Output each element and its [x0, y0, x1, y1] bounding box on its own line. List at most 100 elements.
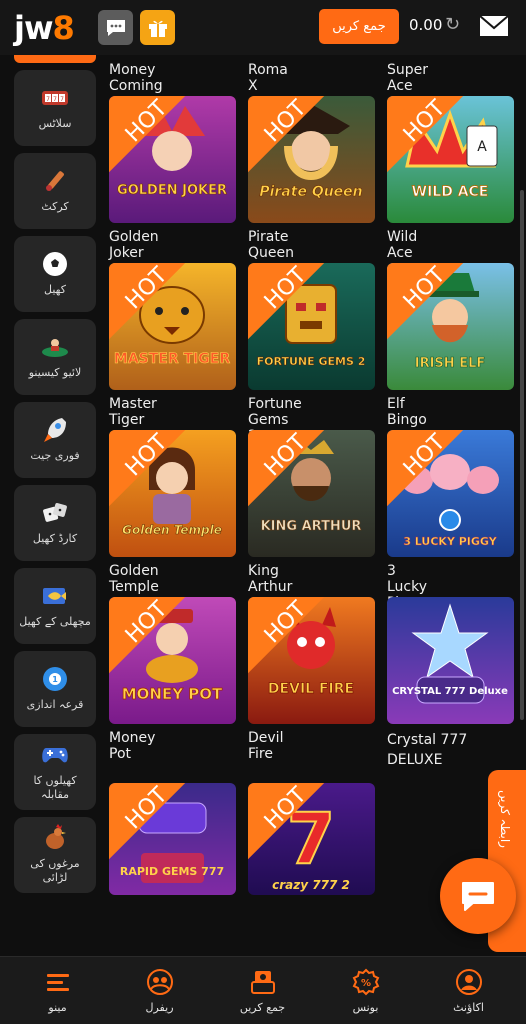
- fishing-icon: [40, 583, 70, 609]
- sidebar-item-label: سلاٹس: [38, 116, 72, 130]
- sidebar-item-cockfight[interactable]: مرغوں کی لڑائی: [14, 817, 96, 893]
- nav-label: بونس: [352, 1001, 379, 1014]
- football-icon: [40, 251, 70, 277]
- nav-bonus[interactable]: % بونس: [313, 957, 418, 1024]
- nav-account[interactable]: اکاؤنٹ: [416, 957, 521, 1024]
- game-tile-crystal-777[interactable]: CRYSTAL 777 Deluxe: [387, 597, 514, 724]
- slots-icon: 777: [40, 85, 70, 111]
- top-header: jw8 جمع کریں 0.00 ↻: [0, 0, 526, 55]
- game-tile-fortune-gems-2[interactable]: FORTUNE GEMS 2 HOT: [248, 263, 375, 390]
- account-icon: [455, 968, 483, 996]
- sidebar-item-esports[interactable]: کھیلوں کا مقابلہ: [14, 734, 96, 810]
- gift-icon[interactable]: [140, 10, 175, 45]
- refresh-icon[interactable]: ↻: [445, 14, 460, 35]
- game-tile-crazy-777-2[interactable]: 7 crazy 777 2 HOT: [248, 783, 375, 895]
- logo-accent: 8: [52, 9, 75, 47]
- sidebar-item-label: کرکٹ: [41, 199, 69, 213]
- sidebar-item-slots[interactable]: 777 سلاٹس: [14, 70, 96, 146]
- nav-referral[interactable]: ریفرل: [107, 957, 212, 1024]
- sidebar-item-label: فوری جیت: [30, 448, 80, 462]
- bonus-icon: %: [352, 968, 380, 996]
- sidebar-item-label: کارڈ کھیل: [32, 531, 78, 545]
- logo-text: jw: [14, 9, 54, 47]
- balance-amount: 0.00: [409, 16, 443, 34]
- game-name[interactable]: King Arthur: [248, 563, 292, 595]
- deposit-icon: [249, 968, 277, 996]
- svg-text:7: 7: [46, 96, 50, 103]
- game-tile-master-tiger[interactable]: MASTER TIGER HOT: [109, 263, 236, 390]
- sidebar-item-instant-win[interactable]: فوری جیت: [14, 402, 96, 478]
- game-tile-3-lucky-piggy[interactable]: 3 LUCKY PIGGY HOT: [387, 430, 514, 557]
- hot-badge: HOT: [248, 263, 325, 340]
- sidebar-item-label: کھیلوں کا مقابلہ: [33, 773, 77, 801]
- game-tile-golden-temple[interactable]: Golden Temple HOT: [109, 430, 236, 557]
- game-name[interactable]: Money Coming: [109, 62, 163, 94]
- svg-text:7: 7: [60, 96, 64, 103]
- game-name[interactable]: Wild Ace: [387, 229, 417, 261]
- game-name[interactable]: Master Tiger: [109, 396, 157, 428]
- sidebar-item-live-casino[interactable]: لائیو کیسینو: [14, 319, 96, 395]
- game-tile-devil-fire[interactable]: DEVIL FIRE HOT: [248, 597, 375, 724]
- hot-badge: HOT: [387, 263, 464, 340]
- menu-icon: [44, 968, 72, 996]
- game-name[interactable]: Money Pot: [109, 730, 155, 762]
- hot-badge: HOT: [387, 430, 464, 507]
- live-chat-button[interactable]: [440, 858, 516, 934]
- game-name[interactable]: Pirate Queen: [248, 229, 294, 261]
- dice-icon: [40, 500, 70, 526]
- chat-icon[interactable]: [98, 10, 133, 45]
- live-casino-icon: [40, 334, 70, 360]
- lottery-ball-icon: 1: [40, 666, 70, 692]
- rooster-icon: [40, 823, 70, 851]
- mail-icon[interactable]: [479, 14, 509, 38]
- nav-menu[interactable]: مینو: [5, 957, 110, 1024]
- game-tile-golden-joker[interactable]: GOLDEN JOKER HOT: [109, 96, 236, 223]
- svg-text:1: 1: [52, 675, 58, 684]
- sidebar-item-label: مچھلی کے کھیل: [19, 614, 91, 628]
- svg-text:7: 7: [53, 96, 57, 103]
- sidebar-item-label: مرغوں کی لڑائی: [30, 856, 80, 884]
- hot-badge: HOT: [248, 597, 325, 674]
- hot-badge: HOT: [248, 430, 325, 507]
- game-tile-wild-ace[interactable]: A WILD ACE HOT: [387, 96, 514, 223]
- sidebar-item-lottery[interactable]: 1 قرعہ اندازی: [14, 651, 96, 727]
- deposit-button[interactable]: جمع کریں: [319, 9, 399, 44]
- jw8-logo[interactable]: jw8: [14, 9, 94, 47]
- gamepad-icon: [40, 742, 70, 768]
- hot-badge: HOT: [248, 96, 325, 173]
- nav-label: مینو: [48, 1001, 67, 1014]
- referral-icon: [146, 968, 174, 996]
- chat-bubble-icon: [462, 882, 494, 911]
- hot-badge: HOT: [248, 783, 325, 860]
- game-tile-pirate-queen[interactable]: Pirate Queen HOT: [248, 96, 375, 223]
- scrollbar[interactable]: [520, 190, 524, 720]
- game-name[interactable]: Crystal 777 DELUXE: [387, 730, 517, 770]
- hot-badge: HOT: [109, 263, 186, 340]
- sidebar-item-label: لائیو کیسینو: [28, 365, 82, 379]
- sidebar-item-card-games[interactable]: کارڈ کھیل: [14, 485, 96, 561]
- hot-badge: HOT: [387, 96, 464, 173]
- game-name[interactable]: Golden Temple: [109, 563, 159, 595]
- game-name[interactable]: Super Ace: [387, 62, 428, 94]
- sidebar-item-sports[interactable]: کھیل: [14, 236, 96, 312]
- nav-label: اکاؤنٹ: [453, 1001, 484, 1014]
- game-tile-rapid-gems[interactable]: RAPID GEMS 777 HOT: [109, 783, 236, 895]
- nav-label: جمع کریں: [239, 1001, 286, 1014]
- game-tile-elf-bingo[interactable]: IRISH ELF HOT: [387, 263, 514, 390]
- game-name[interactable]: Roma X: [248, 62, 288, 94]
- hot-badge: HOT: [109, 96, 186, 173]
- sidebar-item-label: کھیل: [44, 282, 66, 296]
- sidebar-item-label: قرعہ اندازی: [26, 697, 84, 711]
- game-name[interactable]: Devil Fire: [248, 730, 283, 762]
- sidebar-item-fishing[interactable]: مچھلی کے کھیل: [14, 568, 96, 644]
- game-tile-king-arthur[interactable]: KING ARTHUR HOT: [248, 430, 375, 557]
- game-name[interactable]: Elf Bingo: [387, 396, 427, 428]
- game-tile-money-pot[interactable]: MONEY POT HOT: [109, 597, 236, 724]
- cricket-icon: [40, 168, 70, 194]
- game-name[interactable]: Golden Joker: [109, 229, 159, 261]
- hot-badge: HOT: [109, 597, 186, 674]
- nav-deposit[interactable]: جمع کریں: [210, 957, 315, 1024]
- hot-badge: HOT: [109, 430, 186, 507]
- sidebar-item-cricket[interactable]: کرکٹ: [14, 153, 96, 229]
- nav-label: ریفرل: [145, 1001, 174, 1014]
